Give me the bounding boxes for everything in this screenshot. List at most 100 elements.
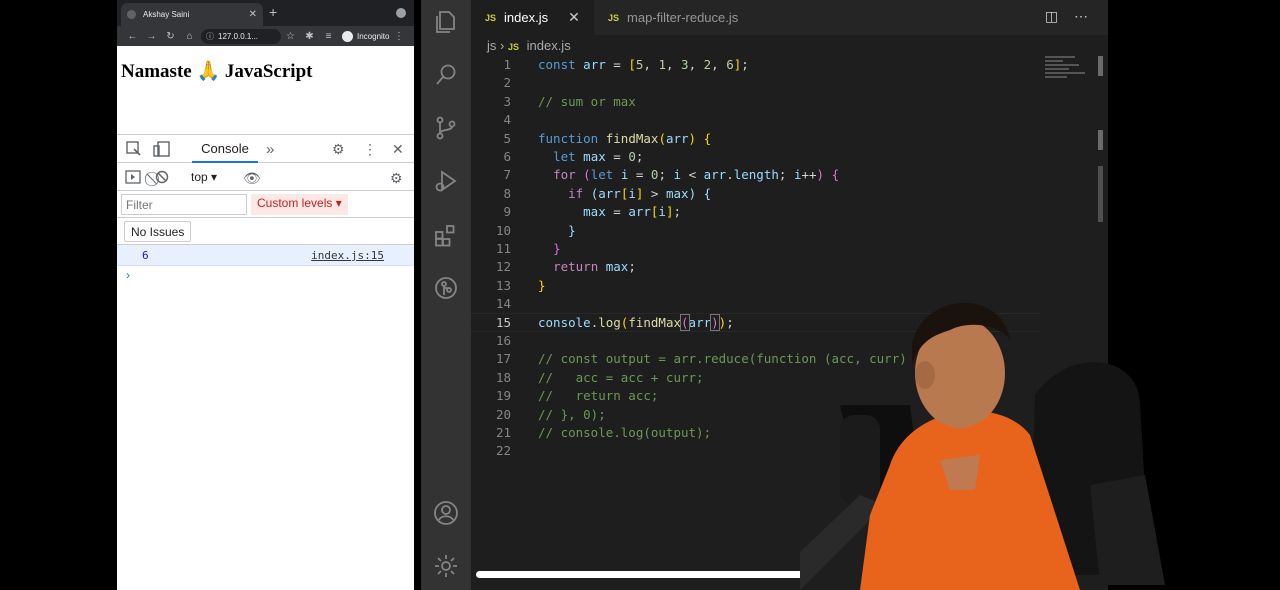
address-bar[interactable]: ⓘ 127.0.0.1...	[201, 28, 281, 44]
code-line-8: if (arr[i] > max) {	[568, 185, 712, 201]
breadcrumb: js › JS index.js	[471, 35, 571, 57]
tab-map-filter-reduce-js[interactable]: JS map-filter-reduce.js	[594, 0, 769, 35]
forward-icon[interactable]: →	[142, 31, 161, 42]
tab-console[interactable]: Console	[192, 135, 258, 163]
browser-toolbar: ← → ↻ ⌂ ⓘ 127.0.0.1... ☆ ✱ ≡ Incognito ⋮	[117, 26, 414, 46]
line-number: 5	[503, 130, 511, 146]
line-number: 9	[503, 204, 511, 220]
line-number: 4	[503, 112, 511, 128]
code-line-19: // return acc;	[538, 388, 659, 404]
code-line-15: console.log(findMax(arr));	[538, 313, 734, 331]
split-editor-icon[interactable]: ◫	[1045, 8, 1058, 24]
js-file-icon: JS	[485, 12, 497, 23]
code-line-3: // sum or max	[538, 93, 636, 109]
line-number: 22	[495, 443, 511, 459]
devtools-menu-icon[interactable]: ⋮	[363, 141, 377, 158]
console-settings-icon[interactable]: ⚙	[390, 170, 403, 187]
filter-row: Custom levels ▾	[117, 191, 414, 218]
run-debug-icon[interactable]	[433, 168, 459, 194]
new-tab-icon[interactable]: +	[269, 4, 277, 20]
horizontal-scrollbar[interactable]	[476, 571, 804, 578]
explorer-icon[interactable]	[433, 9, 459, 35]
more-actions-icon[interactable]: ⋯	[1074, 8, 1088, 24]
code-line-11: }	[553, 241, 561, 256]
line-number: 18	[495, 369, 511, 385]
extensions-icon[interactable]	[433, 222, 459, 248]
issues-button[interactable]: No Issues	[124, 221, 192, 242]
reload-icon[interactable]: ↻	[161, 31, 180, 42]
code-line-5: function findMax(arr) {	[538, 130, 712, 146]
issues-row: No Issues	[117, 218, 414, 245]
browser-tab-title: Akshay Saini	[143, 10, 190, 19]
extensions-puzzle-icon[interactable]: ✱	[300, 31, 319, 42]
browser-menu-icon[interactable]: ⋮	[389, 31, 408, 42]
clear-console-glyph	[155, 170, 169, 187]
log-levels-dropdown[interactable]: Custom levels ▾	[251, 194, 348, 215]
site-info-icon[interactable]: ⓘ	[206, 31, 214, 42]
devtools-settings-icon[interactable]: ⚙	[332, 141, 345, 158]
line-number: 14	[495, 296, 511, 312]
breadcrumb-folder[interactable]: js	[487, 38, 496, 53]
web-page: Namaste 🙏 JavaScript	[117, 46, 414, 134]
tab-label: map-filter-reduce.js	[627, 10, 739, 25]
line-number: 3	[503, 93, 511, 109]
incognito-badge[interactable]: Incognito	[342, 30, 390, 42]
browser-tab[interactable]: Akshay Saini ✕	[121, 3, 263, 26]
line-number: 10	[495, 222, 511, 238]
line-number: 19	[495, 388, 511, 404]
browser-tabstrip: Akshay Saini ✕ +	[117, 0, 414, 26]
presenter-webcam-overlay	[800, 302, 1165, 590]
log-source-link[interactable]: index.js:15	[311, 249, 384, 262]
line-number: 17	[495, 351, 511, 367]
context-selector[interactable]: top ▾	[191, 170, 217, 184]
line-number: 21	[495, 425, 511, 440]
code-line-21: // console.log(output);	[538, 425, 712, 440]
browser-window: Akshay Saini ✕ + ← → ↻ ⌂ ⓘ 127.0.0.1... …	[117, 0, 414, 590]
editor-tabbar: JS index.js ✕ JS map-filter-reduce.js ◫ …	[471, 0, 1108, 35]
close-icon[interactable]: ✕	[568, 9, 580, 26]
close-devtools-icon[interactable]: ✕	[392, 141, 404, 158]
console-prompt[interactable]: ›	[126, 268, 130, 282]
filter-input[interactable]	[121, 194, 247, 215]
code-line-20: // }, 0);	[538, 406, 606, 422]
incognito-label: Incognito	[357, 31, 390, 41]
source-control-icon[interactable]	[433, 115, 459, 141]
account-icon[interactable]	[433, 500, 459, 526]
inspect-element-icon[interactable]	[126, 141, 142, 160]
search-icon[interactable]	[433, 62, 459, 88]
line-number: 8	[503, 185, 511, 201]
code-line-1: const arr = [5, 1, 3, 2, 6];	[538, 57, 749, 72]
back-icon[interactable]: ←	[123, 31, 142, 42]
device-toolbar-icon[interactable]	[153, 141, 171, 160]
line-number: 6	[503, 149, 511, 164]
code-line-9: max = arr[i];	[583, 204, 682, 220]
line-number: 2	[503, 75, 511, 91]
reading-list-icon[interactable]: ≡	[319, 31, 338, 42]
code-line-10: }	[568, 222, 576, 238]
bookmark-star-icon[interactable]: ☆	[281, 31, 300, 42]
log-value[interactable]: 6	[142, 249, 149, 262]
devtools-panel: Console » ⚙ ⋮ ✕ ⃠ top ▾ 👁 ⚙ Custom level…	[117, 134, 414, 590]
breadcrumb-file[interactable]: index.js	[527, 38, 571, 53]
log-levels-label: Custom levels	[257, 196, 333, 210]
incognito-icon	[342, 30, 353, 42]
home-icon[interactable]: ⌂	[180, 31, 199, 42]
live-expression-eye-icon[interactable]: 👁	[243, 170, 261, 187]
address-url: 127.0.0.1...	[218, 31, 259, 41]
sidebar-toggle-icon[interactable]	[125, 170, 141, 187]
close-tab-icon[interactable]: ✕	[249, 9, 257, 20]
code-line-13: }	[538, 277, 546, 293]
page-heading: Namaste 🙏 JavaScript	[121, 61, 313, 82]
chevron-right-icon: ›	[500, 38, 508, 53]
tab-index-js[interactable]: JS index.js ✕	[471, 0, 594, 35]
settings-gear-icon[interactable]	[433, 553, 459, 579]
line-number: 11	[495, 241, 511, 256]
tab-search-icon[interactable]	[396, 8, 406, 18]
minimap[interactable]	[1045, 56, 1095, 86]
editor-actions: ◫ ⋯	[1045, 8, 1088, 25]
more-tabs-icon[interactable]: »	[266, 141, 274, 158]
git-graph-icon[interactable]	[433, 275, 459, 301]
activity-bar	[421, 0, 471, 590]
line-number: 7	[503, 167, 511, 183]
code-line-7: for (let i = 0; i < arr.length; i++) {	[553, 167, 840, 183]
